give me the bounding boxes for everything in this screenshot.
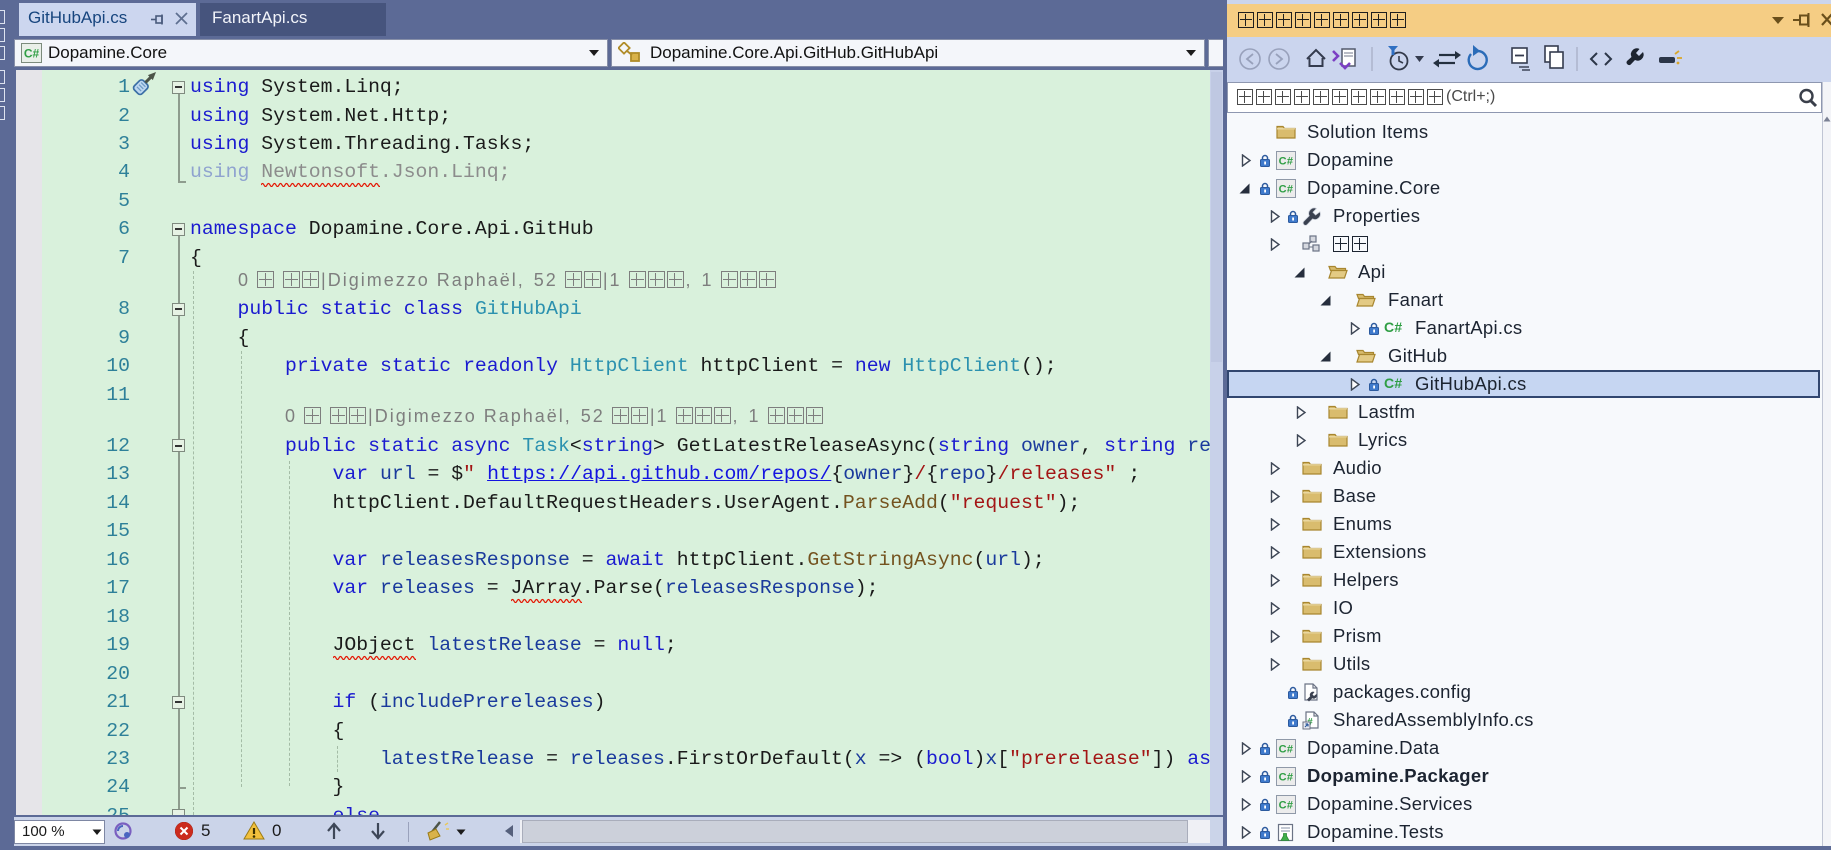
svg-text:C#: C#	[24, 47, 40, 61]
